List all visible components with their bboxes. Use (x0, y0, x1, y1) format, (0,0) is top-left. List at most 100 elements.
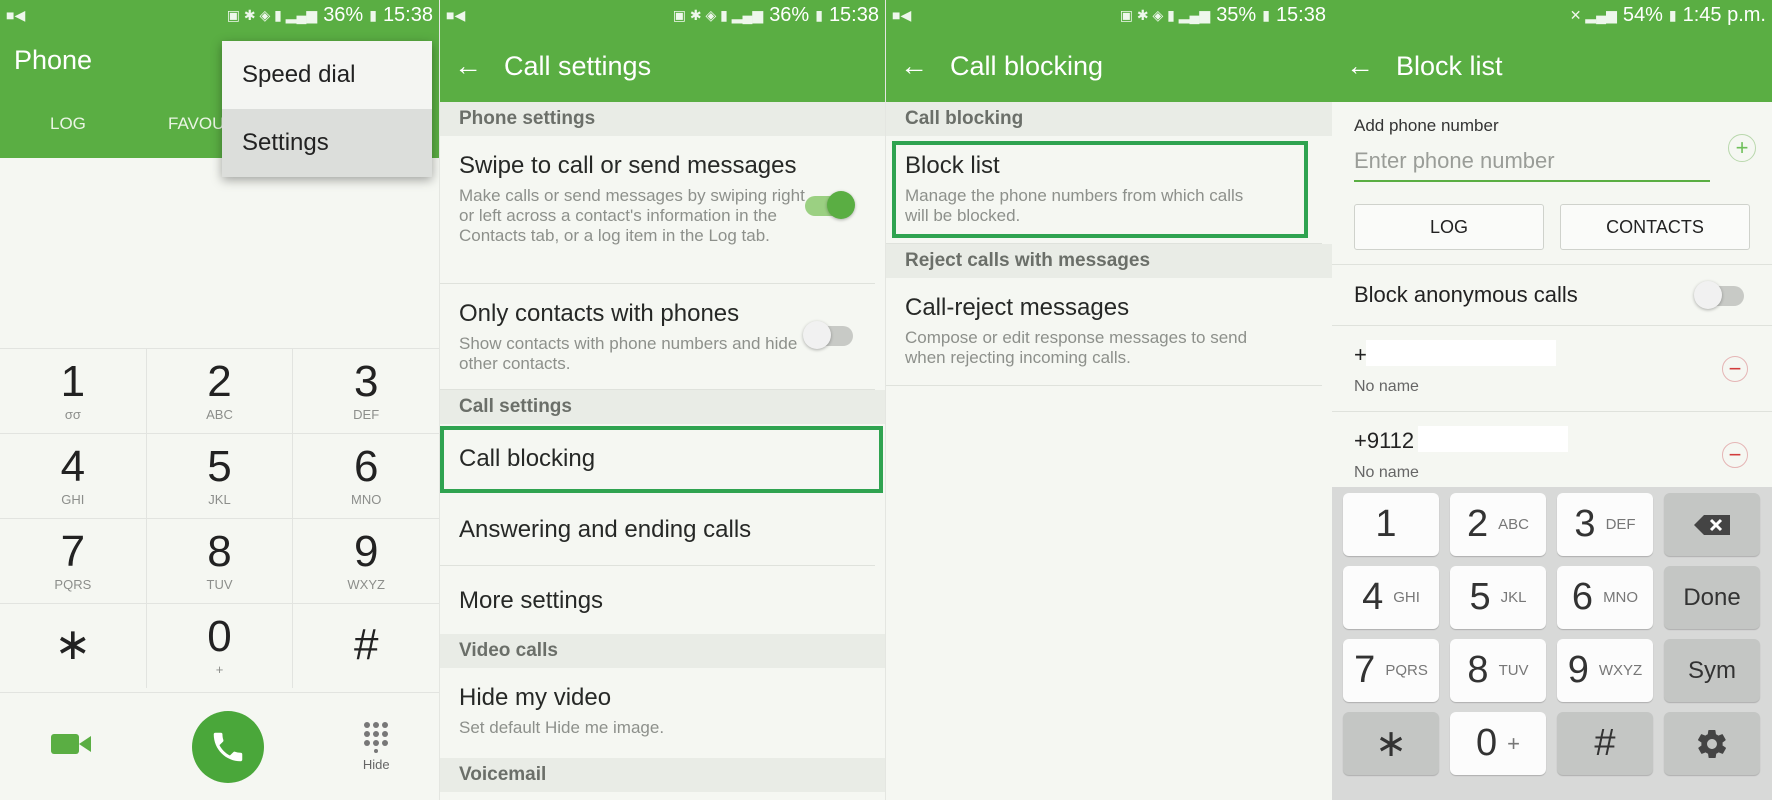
setting-only-contacts-with-phones[interactable]: Only contacts with phones Show contacts … (440, 284, 875, 390)
kbd-key-5[interactable]: 5 JKL (1450, 566, 1546, 629)
settings-key[interactable] (1664, 712, 1760, 775)
menu-item-speed-dial[interactable]: Speed dial (222, 41, 432, 109)
video-icon: ■◀ (892, 6, 912, 23)
section-video-calls: Video calls (440, 634, 885, 668)
anonymous-toggle[interactable] (1694, 281, 1744, 309)
kbd-key-9[interactable]: 9 WXYZ (1557, 639, 1653, 702)
log-button[interactable]: LOG (1354, 204, 1544, 250)
dial-key-7[interactable]: 7 PQRS (0, 519, 147, 603)
video-icon: ■◀ (6, 6, 26, 23)
dial-key-star[interactable]: ∗ (0, 604, 147, 688)
signal-icons: ▣ ✱ ◈ ▮ ▂▄▆ (226, 6, 318, 23)
menu-item-settings[interactable]: Settings (222, 109, 432, 177)
battery-icon: ▮ (369, 6, 377, 23)
dial-key-9[interactable]: 9 WXYZ (293, 519, 439, 603)
numeric-keyboard: 1 2 ABC 3 DEF 4 GHI 5 JKL 6 MNO Done 7 PQRS 8T… (1332, 487, 1772, 800)
clock: 15:38 (1275, 3, 1326, 26)
highlight-box (440, 426, 883, 493)
setting-description: Make calls or send messages by swiping r… (459, 186, 805, 245)
battery-level: 35% (1216, 3, 1257, 26)
app-bar: ← Call blocking (886, 30, 1332, 102)
dial-key-0[interactable]: 0 + (147, 604, 294, 688)
section-call-settings: Call settings (440, 390, 885, 424)
page-title: Call blocking (950, 50, 1104, 81)
call-settings-screen: ■◀ ▣ ✱ ◈ ▮ ▂▄▆ 36% ▮ 15:38 ← Call settin… (439, 0, 885, 800)
app-bar: ← Block list (1332, 30, 1772, 102)
kbd-key-3[interactable]: 3 DEF (1557, 493, 1653, 556)
backspace-key[interactable] (1664, 493, 1760, 556)
kbd-key-6[interactable]: 6 MNO (1557, 566, 1653, 629)
setting-more-settings[interactable]: More settings (440, 566, 875, 634)
blocked-name: No name (1354, 378, 1419, 395)
page-title: Block list (1396, 50, 1503, 81)
blocked-number: +9112 (1354, 428, 1415, 453)
sym-key[interactable]: Sym (1664, 639, 1760, 702)
dial-keypad: 1 σσ 2 ABC 3 DEF 4 GHI 5 JKL 6 MNO 7 PQRS 8 TUV … (0, 348, 439, 688)
kbd-key-hash[interactable]: # (1557, 712, 1653, 775)
add-phone-label: Add phone number (1354, 116, 1499, 135)
remove-icon[interactable]: − (1722, 442, 1748, 468)
back-arrow-icon[interactable]: ← (1346, 50, 1374, 82)
dial-key-6[interactable]: 6 MNO (293, 434, 439, 518)
screenshot-strip: ■◀ ▣ ✱ ◈ ▮ ▂▄▆ 36% ▮ 15:38 Phone LOG FAV… (0, 0, 1772, 800)
status-bar: ■◀ ▣ ✱ ◈ ▮ ▂▄▆ 36% ▮ 15:38 (440, 0, 885, 30)
dial-key-2[interactable]: 2 ABC (147, 349, 294, 433)
hide-keypad-button[interactable]: Hide (363, 721, 390, 772)
dialer-actions: Hide (0, 692, 439, 800)
setting-description: Show contacts with phone numbers and hid… (459, 334, 798, 373)
phone-number-input[interactable] (1354, 142, 1710, 182)
mute-signal-icons: ✕ ▂▄▆ (1569, 6, 1617, 23)
setting-answering-ending-calls[interactable]: Answering and ending calls (440, 492, 875, 566)
back-arrow-icon[interactable]: ← (454, 50, 482, 82)
kbd-key-7[interactable]: 7 PQRS (1343, 639, 1439, 702)
call-button[interactable] (192, 710, 265, 783)
dial-key-hash[interactable]: # (293, 604, 439, 688)
blocked-number: + (1354, 342, 1367, 367)
setting-title: Only contacts with phones (459, 300, 740, 327)
overflow-menu: Speed dial Settings (222, 41, 432, 177)
section-voicemail: Voicemail (440, 758, 885, 792)
swipe-toggle[interactable] (805, 191, 855, 219)
contacts-button[interactable]: CONTACTS (1560, 204, 1750, 250)
kbd-key-1[interactable]: 1 (1343, 493, 1439, 556)
kbd-key-8[interactable]: 8 TUV (1450, 639, 1546, 702)
page-title: Call settings (504, 50, 652, 81)
voicemail-icon: σσ (64, 407, 81, 422)
tab-log[interactable]: LOG (50, 114, 86, 134)
setting-call-reject-messages[interactable]: Call-reject messages Compose or edit res… (886, 278, 1322, 386)
section-reject-calls: Reject calls with messages (886, 244, 1332, 278)
blocked-number-entry: + No name − (1332, 326, 1772, 412)
kbd-key-star[interactable]: ∗ (1343, 712, 1439, 775)
dial-key-1[interactable]: 1 σσ (0, 349, 147, 433)
status-bar: ■◀ ▣ ✱ ◈ ▮ ▂▄▆ 35% ▮ 15:38 (886, 0, 1332, 30)
video-call-icon[interactable] (49, 730, 93, 763)
remove-icon[interactable]: − (1722, 356, 1748, 382)
blocked-name: No name (1354, 464, 1419, 481)
dial-key-5[interactable]: 5 JKL (147, 434, 294, 518)
done-key[interactable]: Done (1664, 566, 1760, 629)
signal-icons: ▣ ✱ ◈ ▮ ▂▄▆ (672, 6, 764, 23)
tab-favourites[interactable]: FAVOU (168, 114, 224, 134)
dial-key-4[interactable]: 4 GHI (0, 434, 147, 518)
add-icon[interactable]: + (1728, 134, 1756, 162)
kbd-key-2[interactable]: 2 ABC (1450, 493, 1546, 556)
block-anonymous-row[interactable]: Block anonymous calls (1332, 264, 1772, 326)
kbd-key-4[interactable]: 4 GHI (1343, 566, 1439, 629)
hide-label: Hide (362, 757, 390, 772)
only-contacts-toggle[interactable] (803, 321, 853, 349)
highlight-box (892, 141, 1308, 238)
phone-dialer-screen: ■◀ ▣ ✱ ◈ ▮ ▂▄▆ 36% ▮ 15:38 Phone LOG FAV… (0, 0, 439, 800)
blocked-number-entry: +9112 No name − (1332, 412, 1772, 498)
back-arrow-icon[interactable]: ← (900, 50, 928, 82)
dial-key-8[interactable]: 8 TUV (147, 519, 294, 603)
battery-icon: ▮ (1262, 6, 1270, 23)
dial-key-3[interactable]: 3 DEF (293, 349, 439, 433)
setting-hide-my-video[interactable]: Hide my video Set default Hide me image. (440, 668, 875, 758)
clock: 15:38 (828, 3, 879, 26)
keypad-icon (364, 722, 389, 753)
setting-swipe-to-call[interactable]: Swipe to call or send messages Make call… (440, 136, 875, 284)
call-blocking-screen: ■◀ ▣ ✱ ◈ ▮ ▂▄▆ 35% ▮ 15:38 ← Call blocki… (885, 0, 1332, 800)
block-anonymous-label: Block anonymous calls (1354, 282, 1578, 307)
battery-level: 54% (1622, 3, 1663, 26)
kbd-key-0[interactable]: 0 + (1450, 712, 1546, 775)
